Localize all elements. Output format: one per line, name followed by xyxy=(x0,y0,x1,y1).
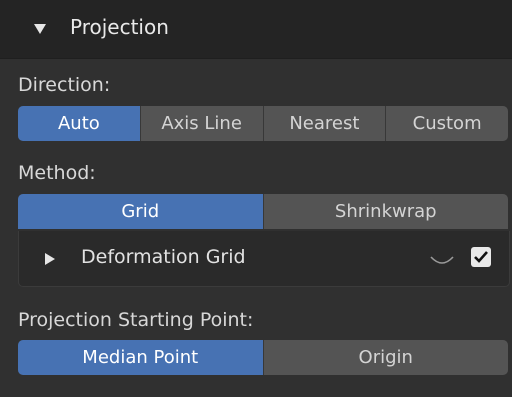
collapse-arrow-icon[interactable] xyxy=(34,24,46,34)
direction-auto-button[interactable]: Auto xyxy=(18,106,140,141)
projection-panel: Projection Direction: Auto Axis Line Nea… xyxy=(0,0,512,397)
method-shrinkwrap-button[interactable]: Shrinkwrap xyxy=(262,194,508,229)
deformation-grid-subpanel[interactable]: Deformation Grid xyxy=(18,231,510,287)
direction-label: Direction: xyxy=(18,74,111,96)
projection-start-selector: Median Point Origin xyxy=(18,340,508,375)
direction-nearest-button[interactable]: Nearest xyxy=(262,106,386,141)
checkbox-icon xyxy=(474,251,488,263)
panel-header[interactable]: Projection xyxy=(0,0,512,59)
start-median-point-button[interactable]: Median Point xyxy=(18,340,263,375)
curve-icon xyxy=(430,256,454,264)
method-selector: Grid Shrinkwrap xyxy=(18,194,508,229)
projection-start-label: Projection Starting Point: xyxy=(18,309,254,331)
deformation-grid-label: Deformation Grid xyxy=(81,246,246,268)
deformation-grid-checkbox[interactable] xyxy=(471,247,491,267)
method-grid-button[interactable]: Grid xyxy=(18,194,263,229)
panel-title: Projection xyxy=(70,15,169,39)
method-label: Method: xyxy=(18,162,96,184)
direction-selector: Auto Axis Line Nearest Custom xyxy=(18,106,508,141)
start-origin-button[interactable]: Origin xyxy=(262,340,508,375)
direction-axis-line-button[interactable]: Axis Line xyxy=(139,106,263,141)
expand-arrow-icon[interactable] xyxy=(45,253,55,265)
direction-custom-button[interactable]: Custom xyxy=(385,106,508,141)
